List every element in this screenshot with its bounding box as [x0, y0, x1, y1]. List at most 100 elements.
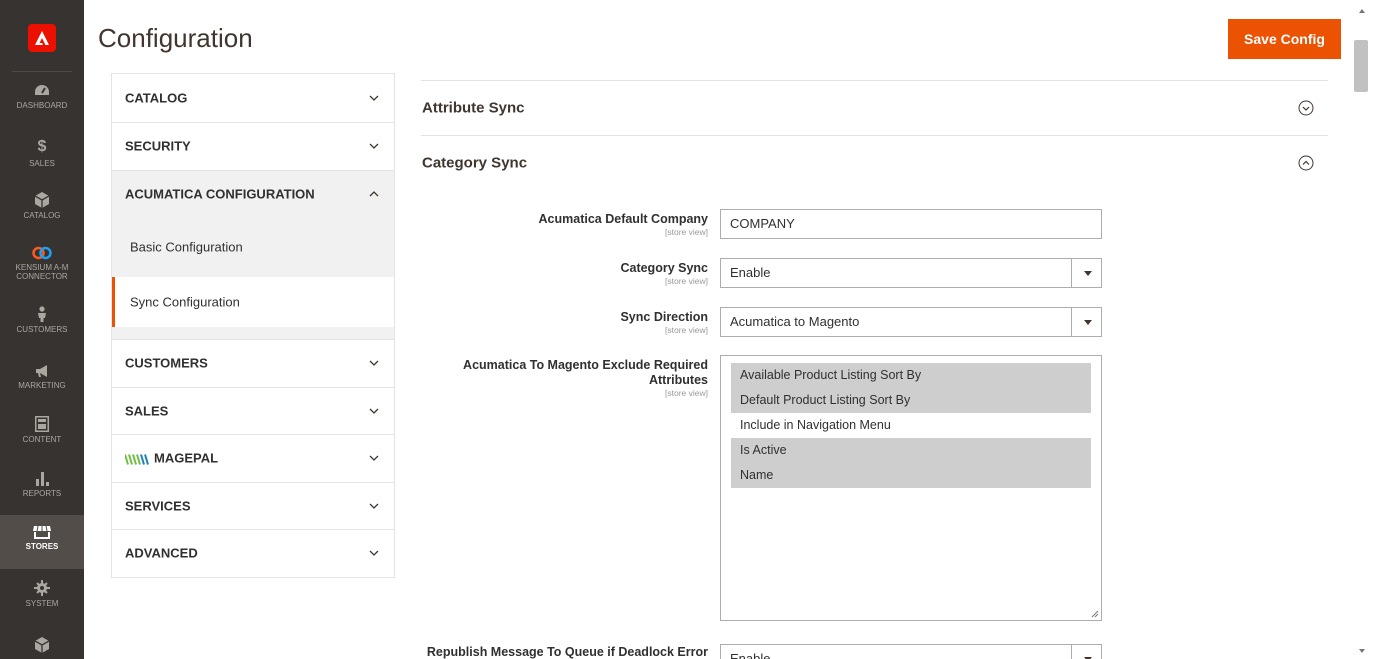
tab-label-wrap: MAGEPAL	[125, 451, 218, 466]
nav-item-reports[interactable]: REPORTS	[0, 470, 84, 518]
multiselect-option[interactable]: Include in Navigation Menu	[731, 413, 1091, 438]
nav-item-stores[interactable]: STORES	[0, 515, 84, 569]
nav-label-line2: CONNECTOR	[16, 272, 68, 281]
nav-label: MARKETING	[18, 381, 66, 390]
dollar-icon: $	[37, 138, 47, 155]
circle-chevron-up-icon	[1298, 155, 1314, 171]
scope-label: [store view]	[665, 276, 708, 286]
nav-label: SALES	[29, 159, 55, 168]
section-title: Attribute Sync	[422, 99, 525, 117]
nav-item-customers[interactable]: CUSTOMERS	[0, 306, 84, 354]
field-label-category-sync: Category Sync [store view]	[418, 261, 708, 286]
person-icon	[38, 306, 46, 322]
nav-item-content[interactable]: CONTENT	[0, 416, 84, 464]
field-label-company: Acumatica Default Company [store view]	[418, 212, 708, 237]
dropdown-arrow-icon	[1071, 259, 1101, 287]
tab-catalog[interactable]: CATALOG	[112, 73, 394, 122]
nav-divider	[12, 71, 72, 72]
field-label-exclude-attributes: Acumatica To Magento Exclude Required At…	[418, 358, 708, 398]
field-label-sync-direction: Sync Direction [store view]	[418, 310, 708, 335]
nav-item-dashboard[interactable]: DASHBOARD	[0, 84, 84, 132]
nav-label: REPORTS	[22, 489, 62, 498]
multiselect-option[interactable]: Available Product Listing Sort By	[731, 363, 1091, 388]
page-scrollbar[interactable]	[1353, 0, 1375, 659]
save-config-button[interactable]: Save Config	[1228, 19, 1341, 59]
tab-label: CATALOG	[125, 90, 188, 106]
chevron-down-icon	[369, 143, 379, 150]
field-label: Republish Message To Queue if Deadlock E…	[426, 645, 708, 659]
adobe-logo-icon	[28, 24, 56, 52]
nav-item-catalog[interactable]: CATALOG	[0, 192, 84, 240]
subitem-label: Basic Configuration	[130, 239, 243, 255]
tab-magepal[interactable]: MAGEPAL	[112, 434, 394, 482]
nav-item-sales[interactable]: $ SALES	[0, 138, 84, 186]
nav-label: DASHBOARD	[16, 101, 68, 110]
scope-label: [store view]	[665, 325, 708, 335]
scope-label: [store view]	[665, 388, 708, 398]
tab-sales[interactable]: SALES	[112, 386, 394, 435]
scope-label: [store view]	[665, 227, 708, 237]
subitem-spacer	[112, 327, 394, 339]
kensium-logo-icon	[32, 246, 52, 260]
tab-label: ACUMATICA CONFIGURATION	[125, 186, 315, 202]
dropdown-arrow-icon	[1071, 645, 1101, 659]
section-category-sync[interactable]: Category Sync	[421, 135, 1328, 190]
magepal-logo-icon	[125, 454, 149, 465]
layout-icon	[35, 416, 49, 432]
cube-icon	[35, 637, 49, 653]
circle-chevron-down-icon	[1298, 100, 1314, 116]
field-label-republish: Republish Message To Queue if Deadlock E…	[418, 645, 708, 659]
cube-icon	[35, 192, 49, 208]
tab-label: CUSTOMERS	[125, 355, 208, 371]
nav-label: SYSTEM	[25, 599, 59, 608]
tab-label: SALES	[125, 403, 169, 419]
chevron-down-icon	[369, 360, 379, 367]
nav-item-kensium-connector[interactable]: KENSIUM A-M CONNECTOR	[0, 246, 84, 298]
tab-customers[interactable]: CUSTOMERS	[112, 339, 394, 387]
section-attribute-sync[interactable]: Attribute Sync	[421, 80, 1328, 135]
bar-chart-icon	[36, 472, 49, 486]
subitem-sync-configuration[interactable]: Sync Configuration	[112, 277, 394, 327]
chevron-down-icon	[369, 95, 379, 101]
chevron-down-icon	[369, 408, 379, 414]
scrollbar-thumb[interactable]	[1354, 40, 1368, 92]
tab-services[interactable]: SERVICES	[112, 481, 394, 530]
adobe-logo[interactable]	[0, 0, 84, 72]
nav-item-extensions[interactable]	[0, 637, 84, 659]
nav-label: KENSIUM A-M CONNECTOR	[0, 263, 84, 281]
multiselect-option[interactable]: Default Product Listing Sort By	[731, 388, 1091, 413]
republish-select[interactable]: Enable	[720, 644, 1102, 659]
field-label-line2: Attributes	[648, 373, 708, 387]
storefront-icon	[33, 525, 51, 539]
resize-handle-icon[interactable]	[1091, 610, 1099, 618]
scroll-up-arrow-icon[interactable]	[1359, 9, 1365, 13]
dropdown-arrow-icon	[1071, 308, 1101, 336]
select-value: Acumatica to Magento	[730, 314, 860, 329]
select-value: Enable	[730, 265, 771, 280]
category-sync-select[interactable]: Enable	[720, 258, 1102, 288]
tab-security[interactable]: SECURITY	[112, 122, 394, 170]
chevron-up-icon	[369, 190, 379, 197]
speedometer-icon	[35, 85, 49, 95]
nav-item-system[interactable]: SYSTEM	[0, 580, 84, 628]
tab-acumatica-configuration[interactable]: ACUMATICA CONFIGURATION	[112, 169, 394, 217]
multiselect-option[interactable]: Is Active	[731, 438, 1091, 463]
sync-direction-select[interactable]: Acumatica to Magento	[720, 307, 1102, 337]
tab-advanced[interactable]: ADVANCED	[112, 529, 394, 577]
tab-label: SECURITY	[125, 138, 191, 154]
scroll-down-arrow-icon[interactable]	[1359, 649, 1365, 653]
nav-item-marketing[interactable]: MARKETING	[0, 364, 84, 412]
tab-label: ADVANCED	[125, 545, 198, 561]
subitem-basic-configuration[interactable]: Basic Configuration	[112, 217, 394, 277]
field-label: Sync Direction	[620, 310, 708, 324]
nav-label: CONTENT	[22, 435, 62, 444]
chevron-down-icon	[369, 503, 379, 509]
admin-sidebar: DASHBOARD $ SALES CATALOG KENSIUM A-M CON…	[0, 0, 84, 659]
multiselect-option[interactable]: Name	[731, 463, 1091, 488]
exclude-attributes-multiselect[interactable]: Available Product Listing Sort By Defaul…	[720, 355, 1102, 621]
company-input[interactable]: COMPANY	[720, 209, 1102, 239]
tab-label: MAGEPAL	[154, 450, 219, 466]
section-title: Category Sync	[422, 154, 528, 172]
page-title: Configuration	[98, 23, 253, 53]
field-label: Acumatica Default Company	[538, 212, 708, 226]
